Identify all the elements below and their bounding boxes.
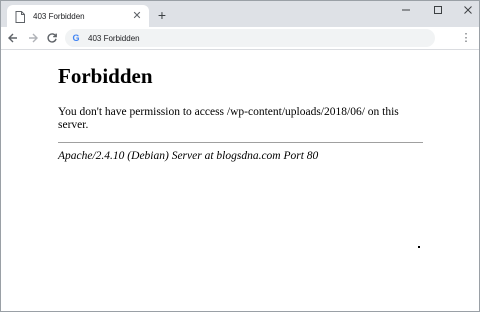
- stray-dot: [418, 246, 420, 248]
- maximize-icon[interactable]: [423, 1, 453, 19]
- forward-arrow-icon[interactable]: [25, 30, 41, 46]
- tab-close-icon[interactable]: ✕: [131, 10, 143, 22]
- google-g-icon: G: [72, 33, 80, 43]
- kebab-menu-icon[interactable]: ⋮: [459, 30, 473, 46]
- new-tab-icon[interactable]: +: [154, 7, 170, 23]
- tab-strip: 403 Forbidden ✕ +: [1, 1, 479, 27]
- minimize-icon[interactable]: [391, 1, 421, 19]
- server-signature: Apache/2.4.10 (Debian) Server at blogsdn…: [58, 150, 319, 162]
- address-bar[interactable]: G 403 Forbidden: [65, 29, 435, 47]
- page-icon: [15, 10, 25, 23]
- divider: [58, 142, 423, 143]
- browser-toolbar: G 403 Forbidden ⋮: [1, 27, 479, 50]
- browser-window: 403 Forbidden ✕ + G 403 Forbidden ⋮ Forb…: [0, 0, 480, 312]
- address-text: 403 Forbidden: [88, 33, 140, 43]
- error-message: You don't have permission to access /wp-…: [58, 106, 399, 131]
- page-heading: Forbidden: [58, 64, 153, 88]
- browser-tab[interactable]: 403 Forbidden ✕: [7, 5, 149, 27]
- back-arrow-icon[interactable]: [5, 30, 21, 46]
- page-content: Forbidden You don't have permission to a…: [1, 50, 479, 311]
- tab-title: 403 Forbidden: [33, 11, 85, 21]
- reload-icon[interactable]: [44, 30, 60, 46]
- window-close-icon[interactable]: [453, 1, 479, 19]
